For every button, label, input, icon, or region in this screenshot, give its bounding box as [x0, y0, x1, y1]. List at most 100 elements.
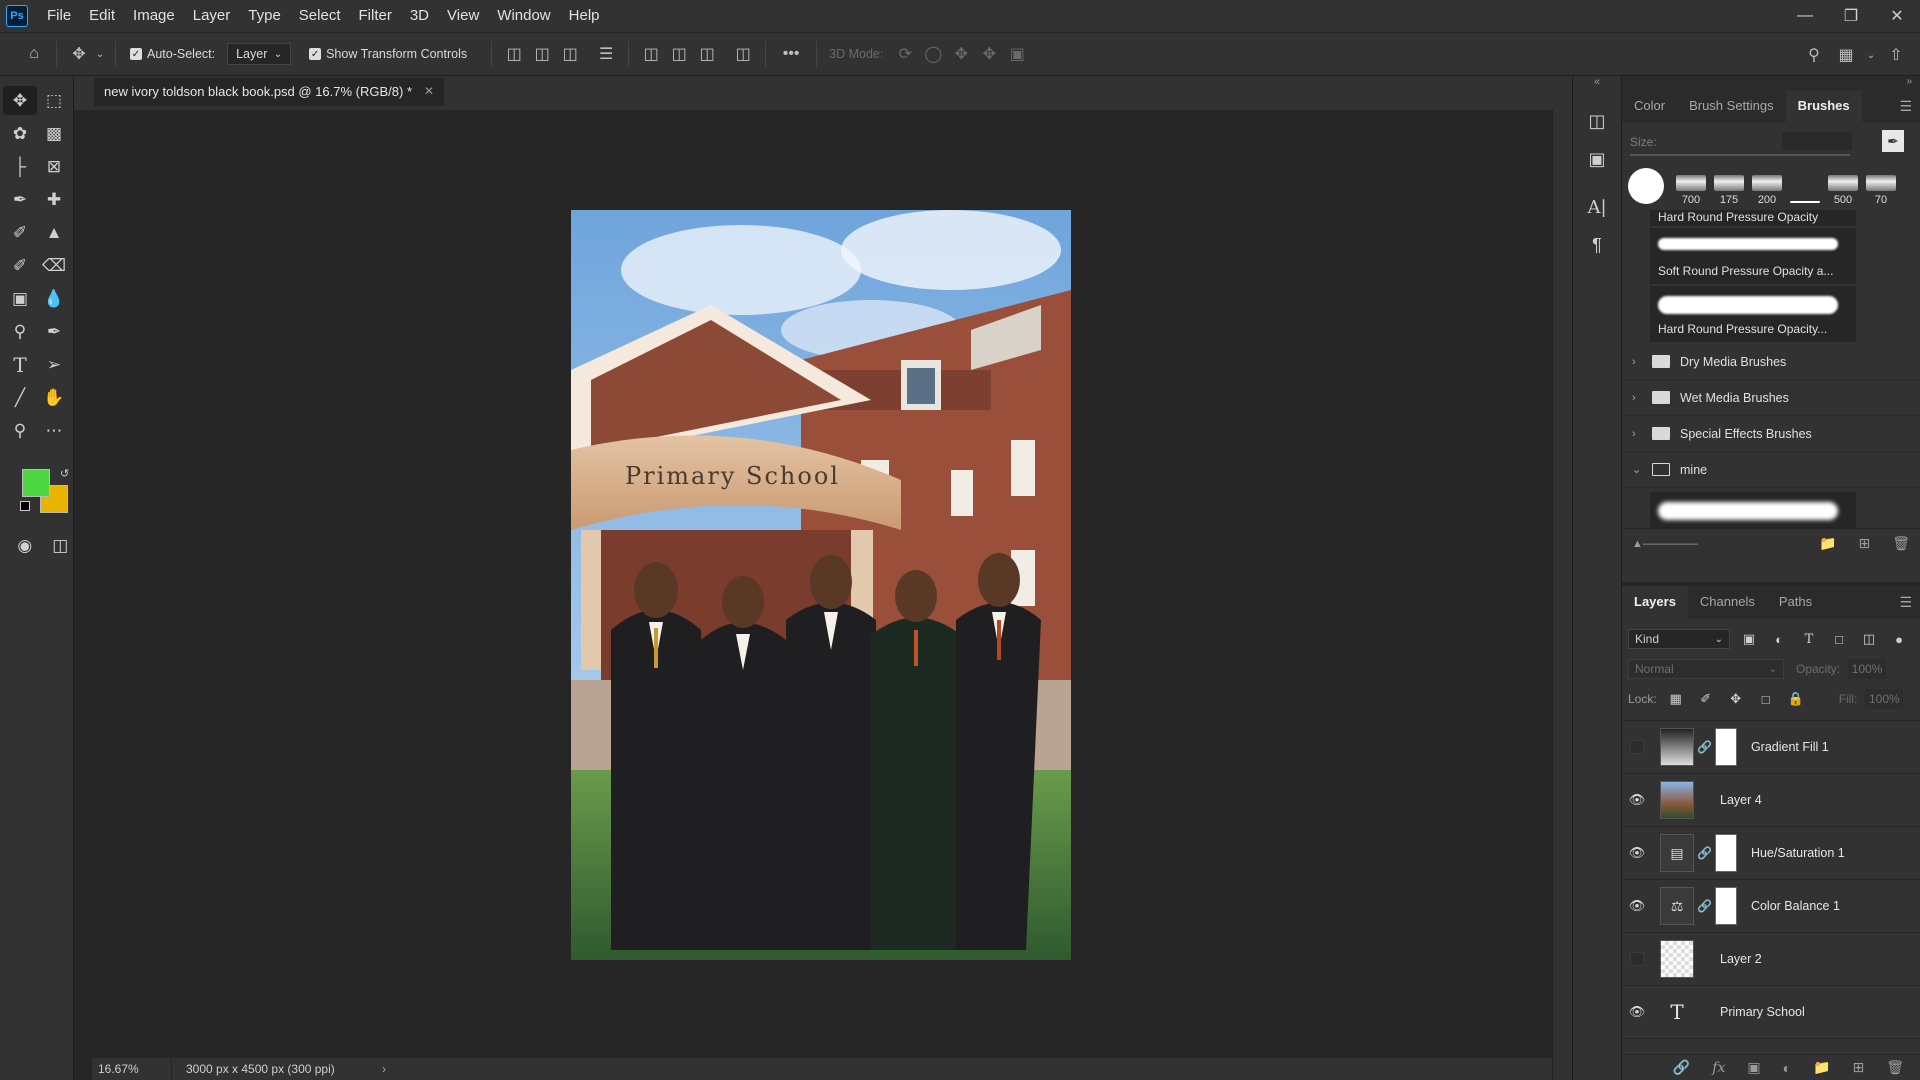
brush-edit-icon[interactable]: ✒	[1882, 130, 1904, 152]
menu-file[interactable]: File	[38, 0, 80, 32]
menu-image[interactable]: Image	[124, 0, 184, 32]
pen-tool-icon[interactable]: ✒	[37, 317, 71, 346]
brush-tool-icon[interactable]: ✐	[3, 218, 37, 247]
menu-help[interactable]: Help	[560, 0, 609, 32]
chevron-down-icon[interactable]: ⌄	[1864, 41, 1878, 69]
layer-row[interactable]: 👁 T Primary School	[1622, 986, 1920, 1039]
visibility-toggle-off[interactable]	[1630, 740, 1644, 754]
minimize-icon[interactable]: —	[1782, 0, 1828, 32]
orbit-3d-icon[interactable]: ⟳	[891, 40, 919, 68]
eye-icon[interactable]: 👁	[1622, 898, 1652, 914]
layer-effects-icon[interactable]: fx	[1712, 1060, 1725, 1076]
move-tool-icon[interactable]: ✥	[65, 40, 93, 68]
align-bottom-icon[interactable]: ◫	[693, 40, 721, 68]
object-select-tool-icon[interactable]: ▩	[37, 119, 71, 148]
layer-filter-kind[interactable]: Kind ⌄	[1628, 629, 1730, 649]
gradient-tool-icon[interactable]: ▣	[3, 284, 37, 313]
quick-mask-icon[interactable]: ◉	[12, 531, 38, 560]
search-icon[interactable]: ⚲	[1800, 41, 1828, 69]
character-panel-icon[interactable]: A|	[1577, 190, 1617, 224]
tab-brush-settings[interactable]: Brush Settings	[1677, 90, 1786, 122]
menu-edit[interactable]: Edit	[80, 0, 124, 32]
layer-mask-thumbnail[interactable]	[1714, 887, 1737, 925]
zoom-tool-icon[interactable]: ⚲	[3, 416, 37, 445]
new-layer-icon[interactable]: ⊞	[1852, 1059, 1864, 1076]
stamp-tool-icon[interactable]: ▲	[37, 218, 71, 247]
brush-folder[interactable]: › Wet Media Brushes	[1622, 380, 1920, 416]
share-icon[interactable]: ⇧	[1882, 41, 1910, 69]
panel-menu-icon[interactable]: ☰	[1899, 594, 1912, 611]
auto-select-dropdown[interactable]: Layer ⌄	[227, 43, 292, 65]
tab-brushes[interactable]: Brushes	[1785, 90, 1862, 122]
line-tool-icon[interactable]: ╱	[3, 383, 37, 412]
blur-tool-icon[interactable]: 💧	[37, 284, 71, 313]
filter-shape-icon[interactable]: □	[1828, 632, 1850, 647]
adjustment-layer-icon[interactable]: ◐	[1783, 1060, 1791, 1076]
camera-3d-icon[interactable]: ▣	[1003, 40, 1031, 68]
lock-image-icon[interactable]: ✐	[1695, 691, 1717, 707]
distribute-vertical-icon[interactable]: ◫	[729, 40, 757, 68]
brush-preset[interactable]: 70	[1862, 166, 1900, 206]
layer-mask-thumbnail[interactable]	[1714, 728, 1737, 766]
filter-smart-object-icon[interactable]: ◫	[1858, 631, 1880, 647]
vertical-scrollbar[interactable]	[1552, 110, 1572, 1080]
size-field[interactable]	[1782, 132, 1852, 150]
tab-paths[interactable]: Paths	[1767, 586, 1824, 618]
close-window-icon[interactable]: ✕	[1874, 0, 1920, 32]
eye-icon[interactable]: 👁	[1622, 792, 1652, 808]
collapse-icon[interactable]: «	[1573, 76, 1621, 100]
menu-window[interactable]: Window	[488, 0, 559, 32]
brush-entry[interactable]: Soft Round Pressure Opacity a...	[1650, 228, 1856, 284]
fill-field[interactable]: 100%	[1865, 689, 1904, 709]
menu-filter[interactable]: Filter	[350, 0, 401, 32]
tab-channels[interactable]: Channels	[1688, 586, 1767, 618]
layer-row[interactable]: 👁 ▤ 🔗 Hue/Saturation 1	[1622, 827, 1920, 880]
paragraph-panel-icon[interactable]: ¶	[1577, 228, 1617, 262]
new-group-icon[interactable]: 📁	[1813, 1059, 1830, 1076]
history-brush-tool-icon[interactable]: ✐	[3, 251, 37, 280]
slide-3d-icon[interactable]: ✥	[975, 40, 1003, 68]
home-icon[interactable]: ⌂	[20, 40, 48, 68]
brush-preset[interactable]: 175	[1710, 166, 1748, 206]
link-icon[interactable]: 🔗	[1697, 846, 1712, 860]
link-icon[interactable]: 🔗	[1697, 899, 1712, 913]
align-right-icon[interactable]: ◫	[556, 40, 584, 68]
document-tab[interactable]: new ivory toldson black book.psd @ 16.7%…	[94, 78, 445, 106]
show-transform-checkbox[interactable]: ✓ Show Transform Controls	[309, 47, 467, 61]
adjustments-panel-icon[interactable]: ▣	[1577, 142, 1617, 176]
menu-3d[interactable]: 3D	[401, 0, 438, 32]
chevron-down-icon[interactable]: ⌄	[93, 40, 107, 68]
delete-brush-icon[interactable]: 🗑	[1892, 535, 1910, 552]
new-brush-icon[interactable]: ⊞	[1858, 535, 1870, 552]
filter-type-icon[interactable]: T	[1798, 632, 1820, 647]
align-middle-icon[interactable]: ◫	[665, 40, 693, 68]
add-mask-icon[interactable]: ▣	[1747, 1059, 1760, 1076]
link-icon[interactable]: 🔗	[1697, 740, 1712, 754]
lock-artboard-icon[interactable]: □	[1755, 692, 1777, 707]
brush-entry[interactable]	[1650, 492, 1856, 528]
chevron-right-icon[interactable]: ›	[382, 1062, 386, 1076]
brush-folder[interactable]: › Dry Media Brushes	[1622, 344, 1920, 380]
dodge-tool-icon[interactable]: ⚲	[3, 317, 37, 346]
lock-all-icon[interactable]: 🔒	[1785, 691, 1807, 707]
delete-layer-icon[interactable]: 🗑	[1886, 1059, 1904, 1076]
auto-select-checkbox[interactable]: ✓ Auto-Select:	[130, 47, 215, 61]
layer-mask-thumbnail[interactable]	[1714, 834, 1737, 872]
align-top-icon[interactable]: ◫	[637, 40, 665, 68]
document-canvas[interactable]: Primary School	[571, 210, 1071, 960]
menu-type[interactable]: Type	[239, 0, 290, 32]
lasso-tool-icon[interactable]: ✿	[3, 119, 37, 148]
lock-position-icon[interactable]: ✥	[1725, 691, 1747, 707]
more-tools-icon[interactable]: ⋯	[37, 416, 71, 445]
foreground-color-swatch[interactable]	[22, 469, 50, 497]
brush-size-slider-icon[interactable]: ▲—————	[1632, 538, 1698, 550]
brush-entry[interactable]: Hard Round Pressure Opacity...	[1650, 286, 1856, 342]
lock-transparent-icon[interactable]: ▦	[1665, 691, 1687, 707]
brush-round-preset[interactable]	[1628, 168, 1664, 204]
align-center-icon[interactable]: ◫	[528, 40, 556, 68]
zoom-level[interactable]: 16.67%	[92, 1058, 172, 1080]
new-group-icon[interactable]: 📁	[1819, 535, 1836, 552]
layer-row[interactable]: 🔗 Gradient Fill 1	[1622, 721, 1920, 774]
restore-icon[interactable]: ❐	[1828, 0, 1874, 32]
align-left-icon[interactable]: ◫	[500, 40, 528, 68]
